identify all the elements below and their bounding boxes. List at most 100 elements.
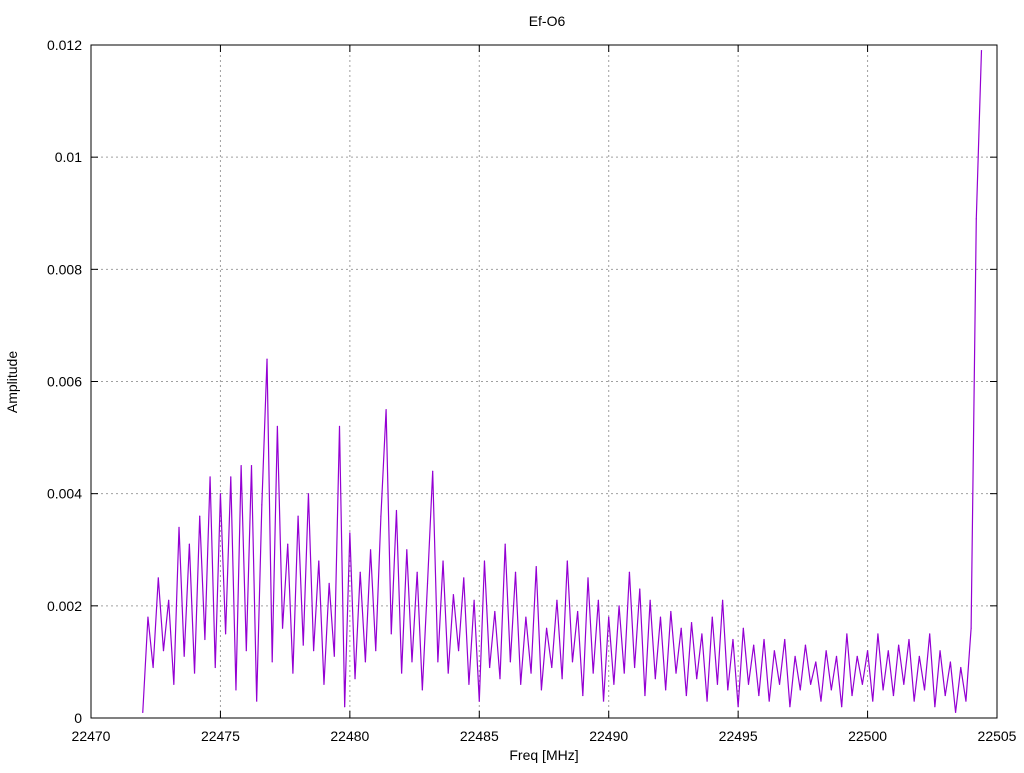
data-point [763,638,765,641]
data-point [494,610,496,613]
data-point [690,622,693,624]
data-point [701,633,703,635]
data-point [722,599,724,601]
grid [91,45,997,718]
data-point [556,599,558,601]
data-point [173,683,175,685]
data-point [789,706,791,708]
data-point [457,650,460,652]
data-point [437,661,439,663]
data-point [644,694,646,697]
x-tick-label: 22495 [719,728,758,744]
data-point [582,694,584,697]
data-point [711,616,713,618]
data-point [447,672,449,674]
data-point [545,627,548,629]
data-point [768,700,770,702]
data-point [654,678,656,680]
y-tick-label: 0.012 [47,37,82,53]
y-tick-label: 0 [74,710,82,726]
x-tick-label: 22490 [589,728,628,744]
data-point [639,588,641,590]
data-point [395,509,398,512]
data-point [520,683,522,685]
data-point [380,515,382,517]
data-point [240,465,242,467]
data-point [810,683,812,685]
data-point [369,549,372,551]
data-point [401,672,403,674]
y-tick-label: 0.004 [47,486,82,502]
data-point [307,493,310,495]
data-point [753,644,755,646]
data-point [535,565,537,568]
data-point [287,543,289,545]
data-point [903,683,905,685]
y-tick-label: 0.01 [55,149,82,165]
data-point [742,627,744,629]
data-point [929,633,931,635]
data-point [675,672,677,674]
data-point [338,425,341,427]
data-point [416,571,418,573]
data-point [716,683,719,685]
data-point [659,616,662,618]
data-point [892,694,895,697]
data-point [297,515,299,517]
ticks: 22470 22475 22480 22485 22490 22495 22500 22505… [47,37,1017,744]
data-point [147,616,149,618]
data-point [649,599,651,601]
data-point [359,571,361,573]
data-point [866,650,869,652]
data-point [918,655,920,657]
data-point [483,560,486,562]
data-point [421,689,423,691]
data-point [188,543,190,545]
data-point [965,700,967,702]
data-point [727,689,729,691]
data-point [183,655,185,657]
data-point [375,650,377,652]
data-point [235,689,237,691]
data-point [602,700,605,702]
data-point [354,678,356,680]
data-point [784,638,786,641]
data-point [841,706,843,708]
data-point [628,571,631,573]
data-point [861,683,863,685]
data-point [887,650,889,652]
data-point [281,627,284,629]
data-point [613,683,615,685]
data-point [877,633,879,635]
data-point [747,683,750,685]
data-point [934,706,936,708]
data-point [851,694,853,697]
data-point [634,666,636,669]
data-point [204,638,206,641]
data-point [302,644,304,646]
data-point [618,605,620,607]
data-point [608,616,610,618]
x-tick-label: 22485 [460,728,499,744]
data-point [364,661,366,663]
data-point [463,577,465,579]
data-point [597,599,599,601]
data-point [406,549,408,551]
data-point [975,218,977,220]
data-point [670,610,672,613]
data-point [551,666,553,669]
data-point [432,470,434,472]
y-tick-label: 0.006 [47,374,82,390]
data-point [504,543,506,545]
data-point [333,655,335,657]
data-point [898,644,900,646]
data-point [245,650,247,652]
data-point [390,633,392,635]
data-point [152,666,154,669]
data-point [292,672,294,674]
data-point [939,650,941,652]
x-tick-label: 22475 [201,728,240,744]
data-point [323,683,325,685]
data-point [592,672,594,674]
data-point [318,560,320,562]
